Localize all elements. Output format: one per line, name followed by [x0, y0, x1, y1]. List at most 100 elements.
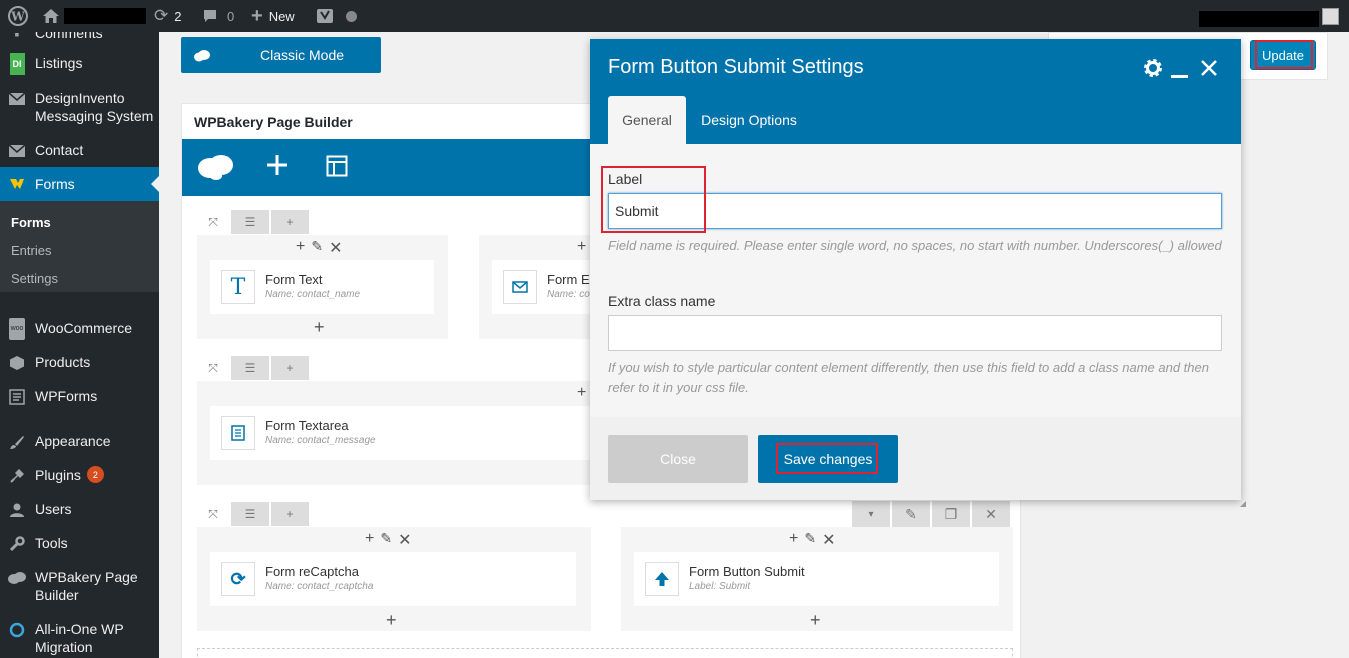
row-3-right-controls: ▾ ✎ ❐ ✕ [852, 501, 1013, 527]
row-move-icon[interactable]: ⤧ [197, 356, 229, 380]
close-icon[interactable]: ✕ [822, 530, 835, 550]
close-icon[interactable]: ✕ [329, 238, 342, 258]
sidebar-item-forms[interactable]: Forms [0, 167, 159, 201]
row-add-icon[interactable]: + [271, 502, 309, 526]
add-icon[interactable]: + [296, 238, 305, 258]
element-card-form-textarea[interactable]: Form Textarea Name: contact_message [210, 406, 591, 460]
listings-icon: DI [7, 53, 27, 75]
sidebar-item-label: Comments [35, 32, 103, 41]
sidebar-item-contact[interactable]: Contact [0, 141, 159, 161]
new-content-link[interactable]: + New [251, 0, 295, 32]
sidebar-item-listings[interactable]: DI Listings [0, 53, 159, 75]
column-box: + ✎ ✕ ⟳ Form reCaptcha Name: contact_rcapt… [197, 527, 591, 631]
add-icon[interactable]: + [577, 384, 586, 402]
comments-link[interactable]: 0 [202, 0, 234, 32]
updates-link[interactable]: ⟳ 2 [154, 0, 181, 32]
row-layout-icon[interactable]: ☰ [231, 356, 269, 380]
sidebar-item-products[interactable]: Products [0, 353, 159, 373]
sidebar-item-label: DesignInvento Messaging System [35, 90, 154, 124]
sidebar-item-comments[interactable]: ▪ Comments [0, 32, 159, 42]
wordpress-logo-icon[interactable]: W [8, 0, 28, 32]
row-layout-icon[interactable]: ☰ [231, 502, 269, 526]
wpforms-icon [7, 387, 27, 407]
add-element-icon[interactable] [265, 153, 289, 180]
pencil-icon[interactable]: ✎ [380, 530, 392, 550]
close-icon[interactable]: ✕ [398, 530, 411, 550]
plugin-icon [7, 466, 27, 486]
add-icon[interactable]: + [386, 611, 397, 629]
submenu-item-settings[interactable]: Settings [11, 271, 58, 286]
builder-title: WPBakery Page Builder [194, 114, 353, 130]
modal-footer: Close Save changes [590, 417, 1241, 500]
plus-icon: + [251, 4, 263, 27]
submenu-item-entries[interactable]: Entries [11, 243, 51, 258]
textarea-icon [221, 416, 255, 450]
update-highlight [1255, 40, 1313, 69]
site-name-redacted[interactable] [64, 8, 146, 24]
gear-icon[interactable] [1142, 57, 1164, 82]
sidebar-item-wpbakery[interactable]: WPBakery Page Builder [0, 568, 159, 608]
yoast-icon[interactable] [316, 0, 334, 32]
classic-mode-label: Classic Mode [260, 47, 345, 63]
sidebar-item-plugins[interactable]: Plugins 2 [0, 466, 159, 486]
user-avatar[interactable] [1322, 0, 1339, 32]
wpbakery-cloud-icon [193, 49, 211, 66]
envelope-icon [7, 141, 27, 161]
row-add-icon[interactable]: + [271, 356, 309, 380]
column-box: + Form Textarea Name: contact_message [197, 381, 591, 485]
element-card-form-recaptcha[interactable]: ⟳ Form reCaptcha Name: contact_rcaptcha [210, 552, 576, 606]
classic-mode-button[interactable]: Classic Mode [181, 37, 381, 73]
pencil-icon[interactable]: ✎ [804, 530, 816, 550]
row-clone-icon[interactable]: ❐ [932, 501, 970, 527]
add-icon[interactable]: + [577, 238, 586, 256]
comments-count: 0 [227, 8, 235, 24]
close-icon[interactable] [1200, 59, 1218, 80]
add-icon[interactable]: + [789, 530, 798, 550]
wpbakery-logo-icon[interactable] [197, 153, 235, 184]
user-name-redacted[interactable] [1199, 11, 1319, 27]
sidebar-item-woocommerce[interactable]: woo WooCommerce [0, 318, 159, 340]
element-subtitle: Name: contact_rcaptcha [265, 581, 374, 592]
close-button[interactable]: Close [608, 435, 748, 483]
element-title: Form Textarea [265, 418, 349, 433]
sidebar-item-users[interactable]: Users [0, 500, 159, 520]
sidebar-item-appearance[interactable]: Appearance [0, 432, 159, 452]
minimize-icon[interactable] [1171, 75, 1188, 78]
sidebar-item-tools[interactable]: Tools [0, 534, 159, 554]
extra-class-input[interactable] [608, 315, 1222, 351]
column-controls: + ✎ ✕ [365, 530, 411, 550]
class-field-label: Extra class name [608, 293, 716, 309]
row-add-icon[interactable]: + [271, 210, 309, 234]
add-row-placeholder[interactable] [197, 648, 1013, 658]
submenu-item-forms[interactable]: Forms [11, 215, 51, 230]
row-layout-icon[interactable]: ☰ [231, 210, 269, 234]
pencil-icon[interactable]: ✎ [311, 238, 323, 258]
row-delete-icon[interactable]: ✕ [972, 501, 1010, 527]
home-icon[interactable] [42, 0, 60, 32]
modal-header: Form Button Submit Settings General Desi… [590, 39, 1241, 144]
sidebar-item-wpforms[interactable]: WPForms [0, 387, 159, 407]
element-card-form-text[interactable]: T Form Text Name: contact_name [210, 260, 434, 314]
row-toggle-icon[interactable]: ▾ [852, 501, 890, 527]
tab-general[interactable]: General [608, 96, 686, 144]
text-t-icon: T [221, 270, 255, 304]
tab-design-options[interactable]: Design Options [694, 96, 804, 144]
add-icon[interactable]: + [810, 611, 821, 629]
template-icon[interactable] [326, 155, 348, 180]
row-move-icon[interactable]: ⤧ [197, 210, 229, 234]
sidebar-item-migration[interactable]: All-in-One WP Migration [0, 620, 159, 658]
settings-modal: Form Button Submit Settings General Desi… [590, 39, 1241, 500]
status-dot-icon[interactable] [346, 0, 357, 32]
element-card-form-email[interactable]: Form Em Name: co [492, 260, 600, 314]
resize-handle-icon[interactable] [1240, 501, 1246, 507]
sidebar-item-label: Appearance [35, 433, 111, 449]
row-edit-icon[interactable]: ✎ [892, 501, 930, 527]
refresh-icon: ⟳ [221, 562, 255, 596]
add-icon[interactable]: + [365, 530, 374, 550]
row-move-icon[interactable]: ⤧ [197, 502, 229, 526]
element-card-form-button-submit[interactable]: Form Button Submit Label: Submit [634, 552, 999, 606]
svg-text:W: W [10, 10, 25, 24]
sidebar-item-messaging[interactable]: DesignInvento Messaging System [0, 89, 159, 129]
updates-count: 2 [174, 8, 182, 24]
add-icon[interactable]: + [314, 318, 325, 336]
